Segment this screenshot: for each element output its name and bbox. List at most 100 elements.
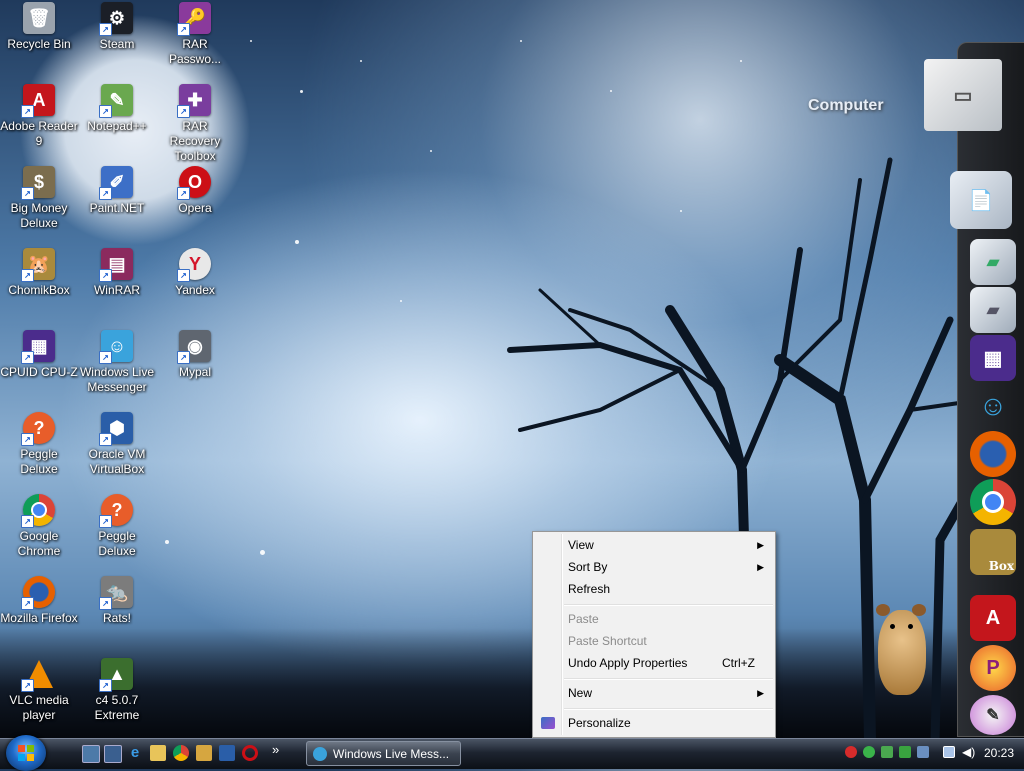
desktop-icon-winrar[interactable]: ▤ ↗ WinRAR <box>78 248 156 298</box>
desktop-icon-chomikbox[interactable]: 🐹 ↗ ChomikBox <box>0 248 78 298</box>
hamster-mascot <box>872 602 932 697</box>
icon-label: Oracle VM VirtualBox <box>88 447 146 476</box>
desktop-icon-adobe-reader[interactable]: A ↗ Adobe Reader 9 <box>0 84 78 149</box>
yandex-icon: Y ↗ <box>177 248 211 282</box>
menu-item-label: Refresh <box>568 582 611 596</box>
ie-icon[interactable]: e <box>127 745 143 761</box>
chrome-icon: ↗ <box>21 494 55 528</box>
desktop-icon-peggle[interactable]: ? ↗ Peggle Deluxe <box>0 412 78 477</box>
clock[interactable]: 20:23 <box>984 746 1014 760</box>
menu-item-sort-by[interactable]: Sort By ▶ <box>535 556 773 578</box>
icon-label: CPUID CPU-Z <box>0 365 78 379</box>
icon-label: RAR Passwo... <box>168 37 222 66</box>
dock-adobe-reader-icon[interactable]: A <box>970 595 1016 641</box>
menu-item-undo[interactable]: Undo Apply Properties Ctrl+Z <box>535 652 773 674</box>
switch-windows-icon[interactable] <box>104 745 122 763</box>
desktop-icon-firefox[interactable]: ↗ Mozilla Firefox <box>0 576 78 626</box>
security-shield-icon[interactable] <box>899 746 911 758</box>
icon-label: Big Money Deluxe <box>10 201 68 230</box>
desktop-icon-messenger[interactable]: ☺ ↗ Windows Live Messenger <box>78 330 156 395</box>
messenger-status-icon[interactable] <box>863 746 875 758</box>
menu-item-label: Undo Apply Properties <box>568 656 688 670</box>
menu-item-refresh[interactable]: Refresh <box>535 578 773 600</box>
icon-label: Adobe Reader 9 <box>0 119 78 148</box>
menu-item-personalize[interactable]: Personalize <box>535 712 773 734</box>
desktop-icon-rar-recovery[interactable]: ✚ ↗ RAR Recovery Toolbox <box>156 84 234 164</box>
icon-label: Rats! <box>102 611 131 625</box>
desktop-icon-rats[interactable]: 🐀 ↗ Rats! <box>78 576 156 626</box>
start-button[interactable] <box>6 735 46 771</box>
rar-password-icon: 🔑 ↗ <box>177 2 211 36</box>
dock-cpuz-icon[interactable]: ▦ <box>970 335 1016 381</box>
winrar-icon: ▤ ↗ <box>99 248 133 282</box>
desktop-icon-yandex[interactable]: Y ↗ Yandex <box>156 248 234 298</box>
rats-icon: 🐀 ↗ <box>99 576 133 610</box>
volume-icon[interactable]: ◀) <box>962 746 975 758</box>
desktop-icon-recycle-bin[interactable]: 🗑 Recycle Bin <box>0 2 78 52</box>
virtualbox-icon[interactable] <box>219 745 235 761</box>
user-icon[interactable] <box>881 746 893 758</box>
icon-label: VLC media player <box>9 693 69 722</box>
desktop-icon-steam[interactable]: ⚙ ↗ Steam <box>78 2 156 52</box>
menu-separator <box>564 708 773 710</box>
taskbar-button-label: Windows Live Mess... <box>333 747 450 761</box>
icon-label: Paint.NET <box>89 201 145 215</box>
dock-paint-icon[interactable]: ✎ <box>970 695 1016 735</box>
icon-label: RAR Recovery Toolbox <box>169 119 221 163</box>
icon-label: Recycle Bin <box>7 37 71 51</box>
menu-item-label: View <box>568 538 594 552</box>
icon-label: Notepad++ <box>87 119 147 133</box>
windows-logo-icon <box>18 745 34 761</box>
volume-icon[interactable] <box>196 745 212 761</box>
desktop-icon-notepad-plus[interactable]: ✎ ↗ Notepad++ <box>78 84 156 134</box>
show-desktop-icon[interactable] <box>82 745 100 763</box>
chrome-icon[interactable] <box>173 745 189 761</box>
safely-remove-icon[interactable] <box>917 746 929 758</box>
opera-icon[interactable] <box>242 745 258 761</box>
folder-icon[interactable] <box>150 745 166 761</box>
menu-item-paste[interactable]: Paste <box>535 608 773 630</box>
right-dock: ▭ 📄 ▰ ▰ ▦ ☺ Box A P ✎ <box>924 42 1024 737</box>
taskbar-button-windows-live-messenger[interactable]: Windows Live Mess... <box>306 741 461 766</box>
vlc-icon: ↗ <box>21 658 55 692</box>
dock-peggle-icon[interactable]: P <box>970 645 1016 691</box>
computer-label: Computer <box>808 97 884 114</box>
c4-icon: ▲ ↗ <box>99 658 133 692</box>
menu-item-paste-shortcut[interactable]: Paste Shortcut <box>535 630 773 652</box>
security-alert-icon[interactable] <box>845 746 857 758</box>
desktop-icon-rar-password[interactable]: 🔑 ↗ RAR Passwo... <box>156 2 234 67</box>
dock-folder-icon-2[interactable]: ▰ <box>970 287 1016 333</box>
dock-firefox-icon[interactable] <box>970 431 1016 477</box>
desktop-icon-paint-net[interactable]: ✐ ↗ Paint.NET <box>78 166 156 216</box>
paint-net-icon: ✐ ↗ <box>99 166 133 200</box>
dock-messenger-icon[interactable]: ☺ <box>970 383 1016 429</box>
submenu-arrow-icon: ▶ <box>757 540 764 550</box>
quick-launch-overflow[interactable]: » <box>272 742 279 757</box>
messenger-icon <box>313 747 327 761</box>
desktop-icon-opera[interactable]: O ↗ Opera <box>156 166 234 216</box>
dock-documents-folder-icon[interactable]: 📄 <box>950 171 1012 229</box>
mypal-icon: ◉ ↗ <box>177 330 211 364</box>
desktop-icon-big-money[interactable]: $ ↗ Big Money Deluxe <box>0 166 78 231</box>
menu-item-view[interactable]: View ▶ <box>535 534 773 556</box>
desktop-icon-peggle-2[interactable]: ? ↗ Peggle Deluxe <box>78 494 156 559</box>
menu-item-new[interactable]: New ▶ <box>535 682 773 704</box>
network-icon[interactable] <box>943 746 955 758</box>
desktop-icon-vlc[interactable]: ↗ VLC media player <box>0 658 78 723</box>
desktop-icon-mypal[interactable]: ◉ ↗ Mypal <box>156 330 234 380</box>
desktop-icon-cpuz[interactable]: ▦ ↗ CPUID CPU-Z <box>0 330 78 380</box>
desktop-icon-c4[interactable]: ▲ ↗ c4 5.0.7 Extreme <box>78 658 156 723</box>
dock-chrome-icon[interactable] <box>970 479 1016 525</box>
desktop-icon-virtualbox[interactable]: ⬢ ↗ Oracle VM VirtualBox <box>78 412 156 477</box>
submenu-arrow-icon: ▶ <box>757 562 764 572</box>
desktop-icon-chrome[interactable]: ↗ Google Chrome <box>0 494 78 559</box>
icon-label: ChomikBox <box>8 283 70 297</box>
chomikbox-icon: 🐹 ↗ <box>21 248 55 282</box>
dock-chomikbox-icon[interactable]: Box <box>970 529 1016 575</box>
menu-item-shortcut: Ctrl+Z <box>722 656 755 670</box>
dock-folder-icon[interactable]: ▰ <box>970 239 1016 285</box>
virtualbox-icon: ⬢ ↗ <box>99 412 133 446</box>
dock-computer-icon[interactable]: ▭ <box>924 59 1002 131</box>
messenger-icon: ☺ ↗ <box>99 330 133 364</box>
icon-label: Mypal <box>178 365 211 379</box>
